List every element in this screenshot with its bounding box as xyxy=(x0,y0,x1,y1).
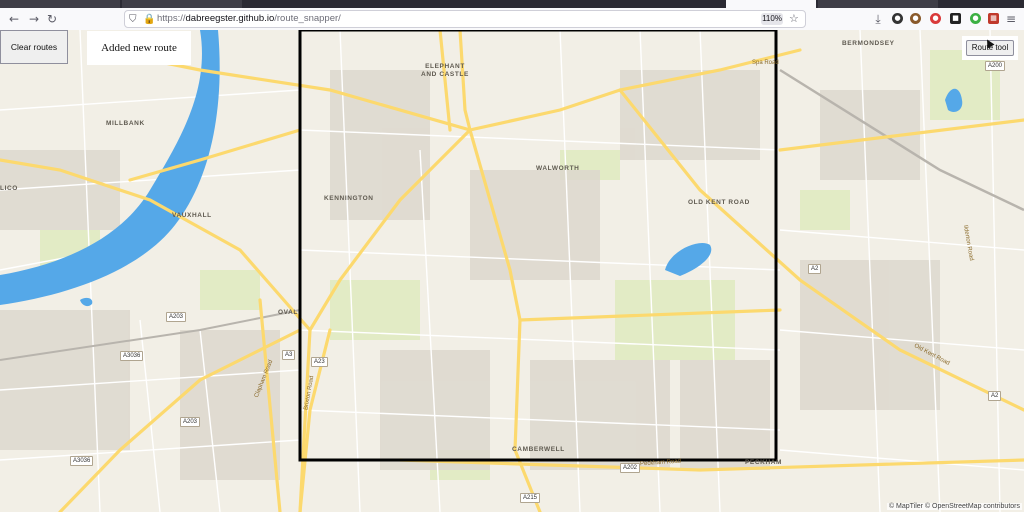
road-shield: A203 xyxy=(180,417,201,427)
extension-icon[interactable]: ■ xyxy=(950,13,961,24)
browser-tab[interactable] xyxy=(0,0,120,8)
extension-icon[interactable]: ● xyxy=(930,13,941,24)
road-shield: A215 xyxy=(520,493,541,503)
place-label: OVAL xyxy=(278,309,298,316)
place-label: OLD KENT ROAD xyxy=(688,199,750,206)
place-label: VAUXHALL xyxy=(172,212,212,219)
browser-tab-strip xyxy=(0,0,1024,8)
extension-icon[interactable]: ● xyxy=(910,13,921,24)
road-shield: A200 xyxy=(985,61,1006,71)
map-attribution[interactable]: © MapTiler © OpenStreetMap contributors xyxy=(886,503,1022,510)
place-label: BERMONDSEY xyxy=(842,40,895,47)
map-base xyxy=(0,30,1024,512)
url-bar[interactable]: ⛉ 🔒 https://dabreegster.github.io/route_… xyxy=(124,10,806,28)
place-label: ELEPHANT AND CASTLE xyxy=(421,63,469,78)
lock-icon[interactable]: 🔒 xyxy=(143,12,155,28)
extension-icon[interactable]: ● xyxy=(970,13,981,24)
url-host: dabreegster.github.io xyxy=(185,13,275,24)
road-shield: A3036 xyxy=(120,351,144,361)
road-shield: A23 xyxy=(311,357,328,367)
lake xyxy=(665,242,712,276)
download-icon[interactable]: ⤓ xyxy=(870,11,886,27)
reload-icon[interactable]: ↻ xyxy=(44,11,60,27)
lake xyxy=(80,297,93,307)
forward-icon[interactable]: → xyxy=(26,11,42,27)
road-shield: A2 xyxy=(988,391,1002,401)
url-text[interactable]: https://dabreegster.github.io/route_snap… xyxy=(157,11,341,27)
status-message: Added new route xyxy=(87,31,191,65)
browser-tab-active[interactable] xyxy=(726,0,816,8)
bookmark-star-icon[interactable]: ☆ xyxy=(789,11,799,27)
url-path: /route_snapper/ xyxy=(274,13,341,24)
browser-tab[interactable] xyxy=(818,0,938,8)
road-shield: A2 xyxy=(808,264,822,274)
shield-icon[interactable]: ⛉ xyxy=(129,12,137,28)
place-label: PECKHAM xyxy=(745,459,783,466)
map-canvas[interactable]: ELEPHANT AND CASTLE MILLBANK KENNINGTON … xyxy=(0,30,1024,512)
back-icon[interactable]: ← xyxy=(6,11,22,27)
browser-tab[interactable] xyxy=(122,0,242,8)
place-label: MILLBANK xyxy=(106,120,145,127)
extension-icon[interactable]: ● xyxy=(892,13,903,24)
zoom-badge[interactable]: 110% xyxy=(761,13,783,25)
place-label: KENNINGTON xyxy=(324,195,374,202)
road-label: Spa Road xyxy=(752,60,779,66)
clear-routes-button[interactable]: Clear routes xyxy=(0,30,68,64)
extension-icon[interactable]: ▦ xyxy=(988,13,999,24)
road-shield: A3 xyxy=(282,350,296,360)
hamburger-menu-icon[interactable]: ≡ xyxy=(1006,11,1016,27)
road-shield: A3036 xyxy=(70,456,94,466)
road-shield: A203 xyxy=(166,312,187,322)
browser-navbar: ← → ↻ ⛉ 🔒 https://dabreegster.github.io/… xyxy=(0,8,1024,31)
place-label: CAMBERWELL xyxy=(512,446,565,453)
place-label: WALWORTH xyxy=(536,165,580,172)
road-shield: A202 xyxy=(620,463,641,473)
place-label: LICO xyxy=(0,185,18,192)
url-scheme: https:// xyxy=(157,13,186,24)
